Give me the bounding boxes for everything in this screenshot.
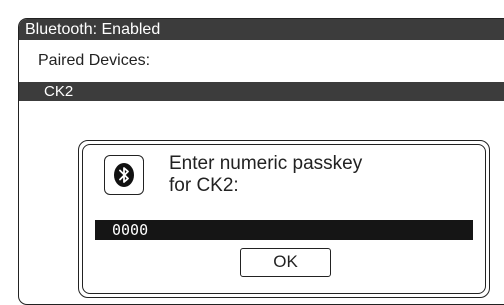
passkey-prompt: Enter numeric passkey for CK2: <box>169 153 363 196</box>
passkey-dialog: Enter numeric passkey for CK2: 0000 OK <box>78 140 490 298</box>
bluetooth-screen: Bluetooth: Enabled Paired Devices: CK2 E… <box>18 18 504 305</box>
ok-button[interactable]: OK <box>240 248 331 277</box>
device-row-ck2[interactable]: CK2 <box>19 82 504 101</box>
bluetooth-icon <box>104 155 144 195</box>
paired-devices-label: Paired Devices: <box>38 52 151 69</box>
title-bar: Bluetooth: Enabled <box>19 19 504 40</box>
passkey-input[interactable]: 0000 <box>95 220 473 240</box>
